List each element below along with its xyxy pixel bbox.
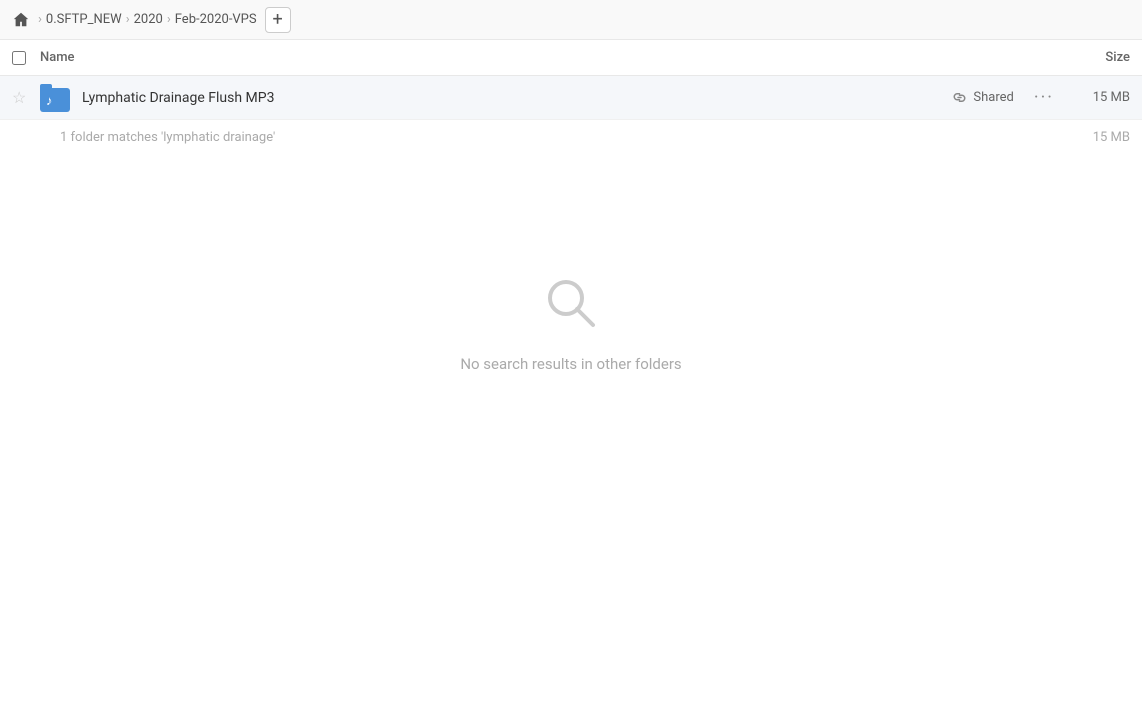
breadcrumb-item-feb[interactable]: Feb-2020-VPS	[175, 12, 257, 27]
matches-row: 1 folder matches 'lymphatic drainage' 15…	[0, 120, 1142, 151]
link-icon	[952, 90, 967, 105]
breadcrumb-item-2020[interactable]: 2020	[134, 12, 163, 27]
empty-search-icon	[539, 271, 603, 339]
empty-state: No search results in other folders	[0, 271, 1142, 373]
folder-icon: ♪	[40, 82, 72, 114]
breadcrumb-sep-2: ›	[126, 12, 130, 27]
select-all-checkbox-wrap[interactable]	[12, 51, 40, 65]
shared-label: Shared	[973, 90, 1013, 105]
breadcrumb-sep-1: ›	[38, 12, 42, 27]
folder-body: ♪	[40, 88, 70, 112]
home-icon	[12, 11, 30, 29]
home-button[interactable]	[12, 11, 30, 29]
file-name: Lymphatic Drainage Flush MP3	[82, 90, 952, 106]
column-header: Name Size	[0, 40, 1142, 76]
column-name-header: Name	[40, 50, 1050, 65]
more-options-button[interactable]: ···	[1034, 87, 1054, 108]
breadcrumb-bar: › 0.SFTP_NEW › 2020 › Feb-2020-VPS +	[0, 0, 1142, 40]
file-size: 15 MB	[1070, 90, 1130, 105]
matches-text: 1 folder matches 'lymphatic drainage'	[60, 130, 275, 145]
folder-icon-wrap: ♪	[40, 84, 72, 112]
matches-size: 15 MB	[1093, 130, 1130, 145]
add-breadcrumb-button[interactable]: +	[265, 7, 291, 33]
breadcrumb-sep-3: ›	[167, 12, 171, 27]
search-empty-icon	[539, 271, 603, 335]
star-button[interactable]: ☆	[12, 88, 36, 107]
shared-badge: Shared	[952, 90, 1013, 105]
file-row[interactable]: ☆ ♪ Lymphatic Drainage Flush MP3 Shared …	[0, 76, 1142, 120]
music-note-icon: ♪	[46, 95, 53, 108]
column-size-header: Size	[1050, 50, 1130, 65]
empty-message: No search results in other folders	[460, 355, 681, 373]
breadcrumb-item-sftp[interactable]: 0.SFTP_NEW	[46, 12, 122, 27]
select-all-checkbox[interactable]	[12, 51, 26, 65]
